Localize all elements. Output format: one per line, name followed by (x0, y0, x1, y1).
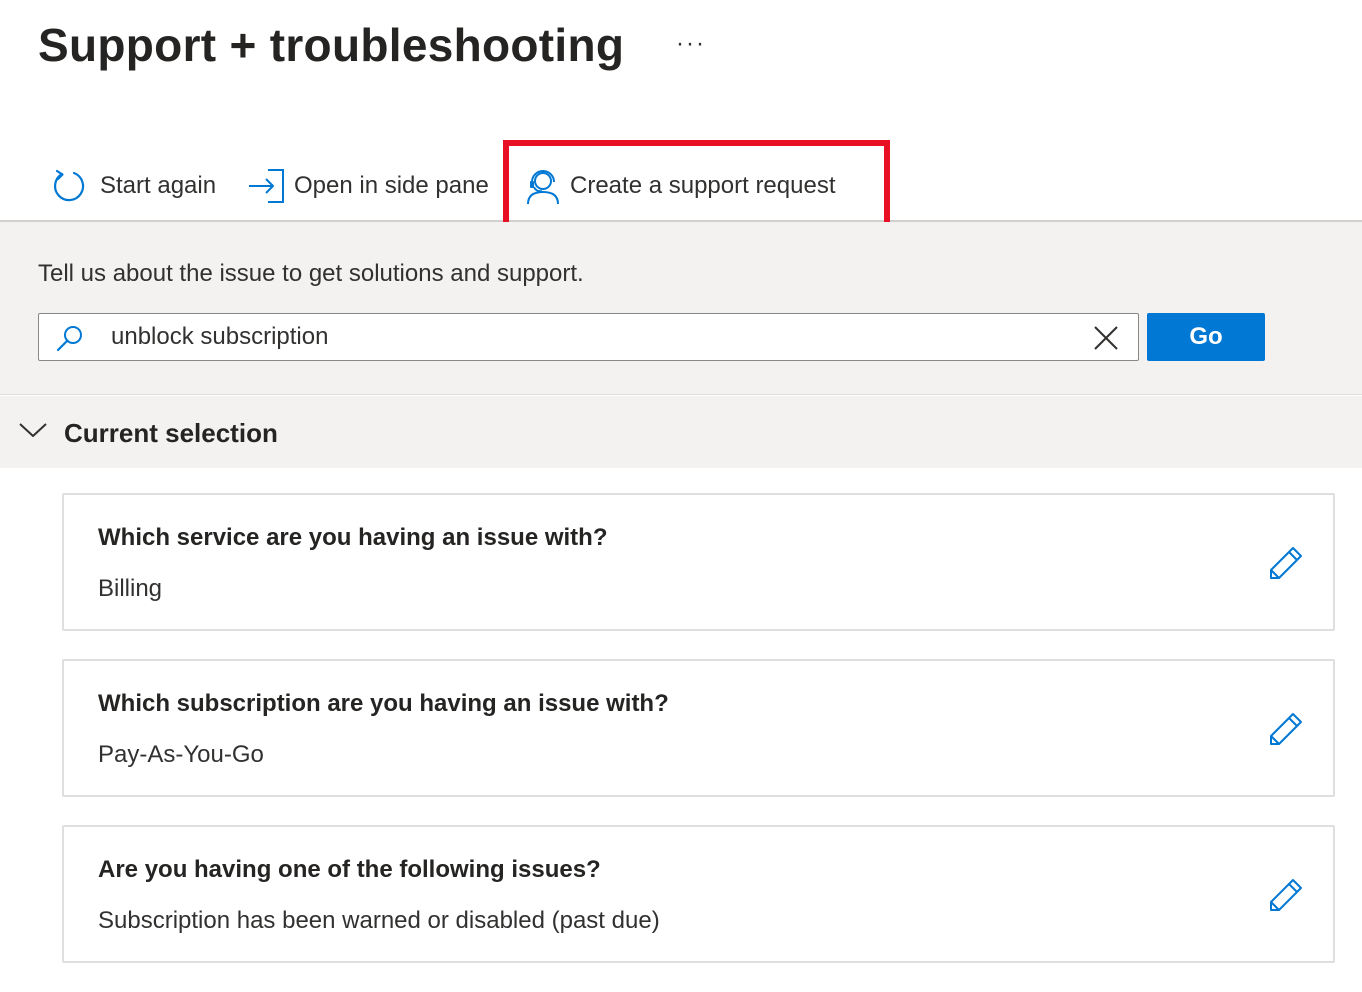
search-box[interactable] (38, 313, 1139, 361)
chevron-down-icon (19, 423, 47, 437)
section-title: Current selection (64, 418, 278, 448)
start-again-button[interactable]: Start again (52, 164, 216, 208)
selection-card-issue: Are you having one of the following issu… (62, 825, 1335, 963)
go-button[interactable]: Go (1147, 313, 1265, 361)
command-bar: Start again Open in side pane Create a s… (0, 140, 1362, 222)
create-support-request-label: Create a support request (570, 172, 836, 199)
open-side-pane-button[interactable]: Open in side pane (248, 164, 489, 208)
card-answer: Subscription has been warned or disabled… (98, 907, 660, 934)
create-support-request-button[interactable]: Create a support request (524, 164, 836, 208)
refresh-icon (53, 169, 85, 202)
close-icon[interactable] (1093, 325, 1119, 351)
search-prompt: Tell us about the issue to get solutions… (38, 260, 584, 287)
current-selection-header[interactable]: Current selection (0, 396, 1362, 468)
search-input[interactable] (111, 320, 1071, 354)
search-icon (56, 326, 82, 352)
open-side-pane-icon (249, 169, 284, 203)
pencil-icon[interactable] (1268, 711, 1304, 747)
more-options-button[interactable]: ··· (676, 30, 706, 58)
page-title: Support + troubleshooting (38, 19, 625, 71)
card-answer: Pay-As-You-Go (98, 741, 264, 768)
pencil-icon[interactable] (1268, 545, 1304, 581)
open-side-pane-label: Open in side pane (294, 172, 489, 199)
card-question: Which subscription are you having an iss… (98, 690, 669, 717)
card-question: Which service are you having an issue wi… (98, 524, 608, 551)
start-again-label: Start again (100, 172, 217, 199)
card-question: Are you having one of the following issu… (98, 856, 601, 883)
selection-card-subscription: Which subscription are you having an iss… (62, 659, 1335, 797)
support-troubleshooting-page: Support + troubleshooting ··· Start agai… (0, 0, 1362, 992)
selection-card-service: Which service are you having an issue wi… (62, 493, 1335, 631)
search-section: Tell us about the issue to get solutions… (0, 222, 1362, 395)
support-agent-icon (527, 170, 559, 205)
pencil-icon[interactable] (1268, 877, 1304, 913)
card-answer: Billing (98, 575, 163, 602)
